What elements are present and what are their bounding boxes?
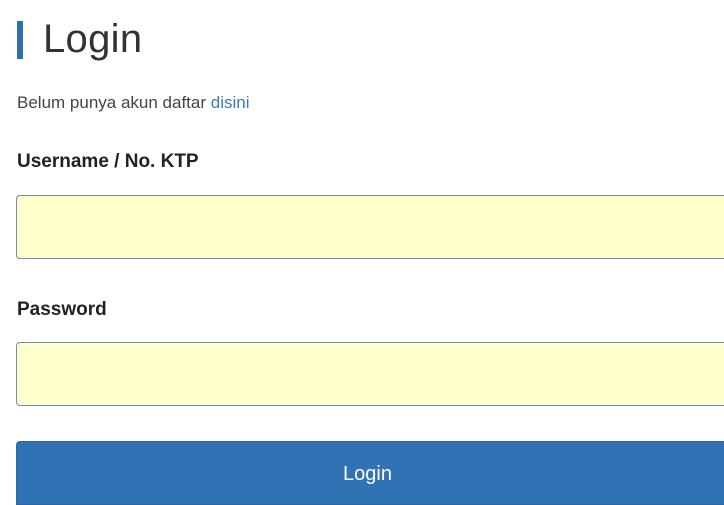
login-button[interactable]: Login bbox=[16, 441, 724, 505]
page-heading: Login bbox=[17, 14, 142, 64]
login-page: Login Belum punya akun daftar disini Use… bbox=[0, 0, 724, 505]
username-label: Username / No. KTP bbox=[17, 151, 199, 172]
page-title: Login bbox=[43, 17, 143, 61]
password-label: Password bbox=[17, 299, 107, 320]
heading-accent-bar bbox=[17, 21, 23, 59]
signup-link[interactable]: disini bbox=[211, 93, 250, 112]
login-button-label: Login bbox=[343, 463, 392, 485]
signup-prompt-text: Belum punya akun daftar bbox=[17, 93, 207, 112]
password-input[interactable] bbox=[16, 342, 724, 406]
username-input[interactable] bbox=[16, 195, 724, 259]
signup-prompt: Belum punya akun daftar disini bbox=[17, 92, 250, 114]
